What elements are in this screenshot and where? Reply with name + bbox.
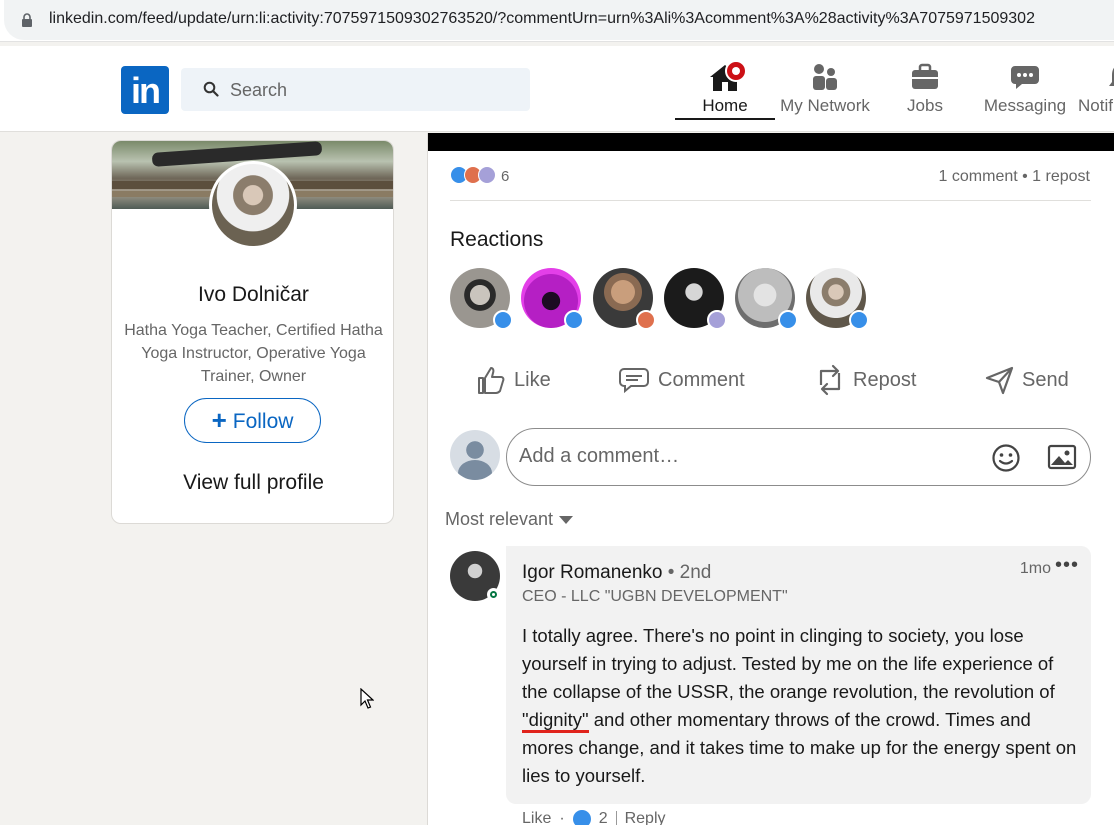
mouse-cursor-icon — [360, 688, 374, 709]
comment-button[interactable]: Comment — [618, 358, 745, 402]
repost-button[interactable]: Repost — [815, 358, 916, 402]
follow-label: Follow — [232, 410, 294, 433]
post-media — [428, 133, 1114, 151]
profile-card: Ivo Dolničar Hatha Yoga Teacher, Certifi… — [111, 140, 394, 524]
network-icon — [813, 64, 837, 90]
like-badge-icon — [778, 310, 798, 330]
nav-home-label: Home — [702, 96, 748, 115]
follow-button[interactable]: + Follow — [184, 398, 321, 443]
connection-degree: • 2nd — [662, 562, 712, 583]
post-meta-counts[interactable]: 1 comment • 1 repost — [939, 168, 1090, 186]
current-user-avatar — [450, 430, 500, 480]
like-reaction-icon — [572, 810, 591, 825]
top-nav: in Search Home My Network Jobs Messaging… — [0, 46, 1114, 132]
comment-label: Comment — [658, 368, 745, 391]
nav-messaging[interactable]: Messaging — [980, 58, 1070, 120]
comment-placeholder: Add a comment… — [519, 445, 680, 467]
briefcase-icon — [912, 63, 938, 89]
nav-messaging-label: Messaging — [983, 96, 1067, 115]
online-status-icon — [487, 588, 500, 601]
reactor-avatar[interactable] — [664, 268, 727, 330]
caret-down-icon — [559, 515, 574, 524]
post-panel: 6 1 comment • 1 repost Reactions Like Co… — [427, 133, 1114, 825]
comment-timestamp: 1mo — [1019, 560, 1051, 577]
like-button[interactable]: Like — [476, 358, 551, 402]
comment-text-end: and other momentary throws of the crowd.… — [522, 709, 1077, 786]
comment-bubble: Igor Romanenko • 2nd CEO - LLC "UGBN DEV… — [506, 546, 1091, 804]
send-icon — [985, 366, 1014, 395]
comment-author-title: CEO - LLC "UGBN DEVELOPMENT" — [522, 588, 788, 605]
like-badge-icon — [849, 310, 869, 330]
love-badge-icon — [636, 310, 656, 330]
url-field[interactable]: linkedin.com/feed/update/urn:li:activity… — [4, 0, 1114, 40]
support-badge-icon — [707, 310, 727, 330]
like-badge-icon — [493, 310, 513, 330]
nav-jobs[interactable]: Jobs — [885, 58, 965, 120]
comment-actions: Like · 2 Reply — [522, 810, 666, 825]
repost-label: Repost — [853, 368, 917, 391]
comment-author-line: Igor Romanenko • 2nd — [522, 562, 711, 584]
nav-my-network-label: My Network — [780, 96, 870, 115]
separator-dot: · — [559, 810, 565, 825]
profile-name[interactable]: Ivo Dolničar — [112, 283, 393, 307]
view-full-profile-link[interactable]: View full profile — [112, 471, 393, 495]
reactor-avatar[interactable] — [450, 268, 513, 330]
comment-like-button[interactable]: Like — [522, 810, 551, 825]
comment-input[interactable]: Add a comment… — [506, 428, 1091, 486]
messaging-icon — [1011, 66, 1039, 89]
divider — [615, 811, 617, 825]
comment-reaction-count[interactable]: 2 — [599, 810, 608, 825]
comment-author-name[interactable]: Igor Romanenko — [522, 562, 662, 583]
image-icon[interactable] — [1047, 444, 1077, 470]
linkedin-logo[interactable]: in — [121, 66, 169, 114]
lock-icon — [22, 13, 32, 27]
send-label: Send — [1022, 368, 1069, 391]
reactor-avatar[interactable] — [521, 268, 584, 330]
browser-address-bar: linkedin.com/feed/update/urn:li:activity… — [0, 0, 1114, 42]
reply-button[interactable]: Reply — [625, 810, 666, 825]
repost-icon — [819, 364, 841, 396]
bell-icon — [1109, 67, 1114, 86]
search-input[interactable]: Search — [181, 68, 530, 111]
post-actions: Like Comment Repost Send — [428, 358, 1114, 402]
like-label: Like — [514, 368, 551, 391]
nav-home[interactable]: Home — [675, 58, 775, 120]
nav-jobs-label: Jobs — [907, 96, 943, 115]
sort-label: Most relevant — [445, 509, 554, 529]
comment-icon — [619, 368, 649, 394]
comment-author-avatar[interactable] — [450, 551, 500, 601]
like-badge-icon — [564, 310, 584, 330]
nav-notifications-label: Notif — [1078, 96, 1113, 115]
reactor-avatar[interactable] — [593, 268, 656, 330]
thumbs-up-icon — [478, 367, 505, 394]
profile-headline: Hatha Yoga Teacher, Certified Hatha Yoga… — [124, 322, 383, 385]
support-reaction-icon — [478, 166, 496, 184]
nav-notifications[interactable]: Notif — [1075, 58, 1114, 120]
underlined-word: "dignity" — [522, 709, 589, 733]
notification-dot — [725, 60, 747, 82]
url-text: linkedin.com/feed/update/urn:li:activity… — [49, 10, 1035, 27]
comment-text: I totally agree. There's no point in cli… — [522, 622, 1082, 790]
nav-my-network[interactable]: My Network — [775, 58, 875, 120]
search-placeholder: Search — [230, 80, 288, 100]
reactor-avatar[interactable] — [806, 268, 869, 330]
emoji-icon[interactable] — [991, 443, 1021, 473]
reaction-count[interactable]: 6 — [501, 168, 509, 185]
profile-avatar[interactable] — [209, 161, 297, 249]
search-icon — [203, 81, 219, 97]
more-options-icon[interactable]: ••• — [1055, 554, 1079, 577]
plus-icon: + — [211, 405, 227, 435]
sort-dropdown[interactable]: Most relevant — [445, 509, 574, 530]
reactor-avatar[interactable] — [735, 268, 798, 330]
comment-text-start: I totally agree. There's no point in cli… — [522, 625, 1055, 702]
reactions-heading: Reactions — [450, 228, 544, 251]
send-button[interactable]: Send — [984, 358, 1069, 402]
divider — [450, 200, 1091, 201]
